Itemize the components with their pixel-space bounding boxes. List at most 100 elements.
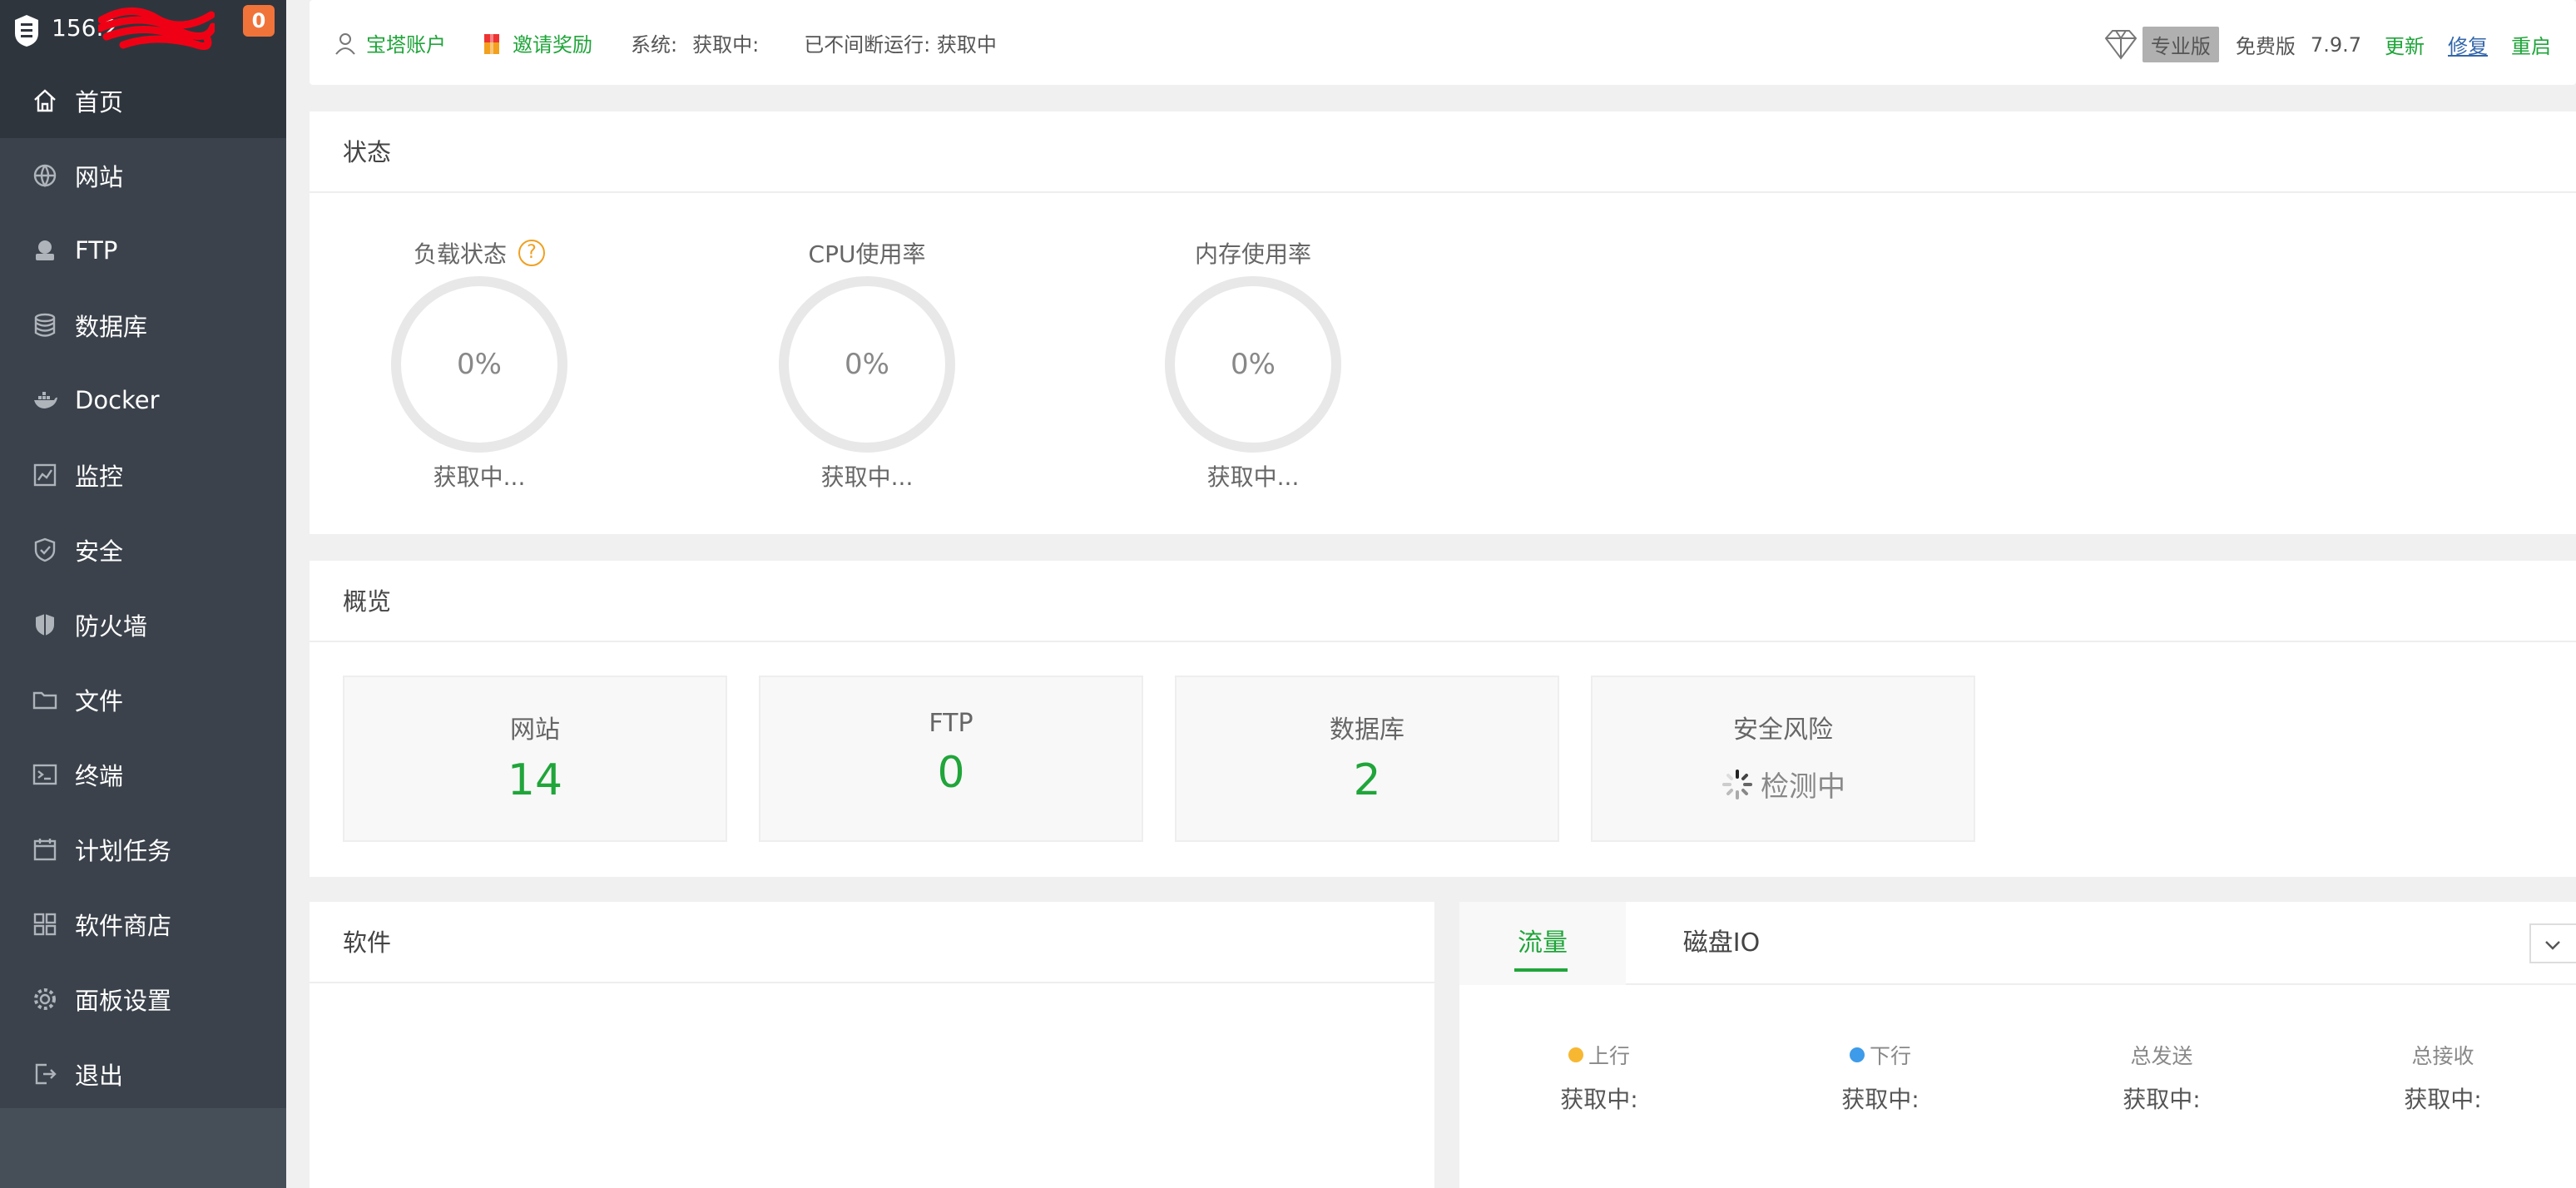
sidebar-item-database[interactable]: 数据库 [0,288,286,363]
stat-label-text: 上行 [1588,1044,1630,1068]
gift-icon [484,33,499,54]
folder-icon [32,691,57,710]
stat-label: 总接收 [2411,1044,2474,1068]
account-link[interactable]: 宝塔账户 [366,28,446,57]
gauge-status: 获取中... [433,463,526,491]
sidebar-item-docker[interactable]: Docker [0,363,286,438]
sidebar-item-label: 文件 [75,687,124,715]
free-edition-label: 免费版 [2235,35,2296,58]
sidebar-item-website[interactable]: 网站 [0,138,286,213]
header-left: 宝塔账户 邀请奖励 系统: 获取中: 已不间断运行: 获取中 [333,28,997,57]
card-label: 安全风险 [1733,715,1833,745]
status-panel: 状态 [310,111,2576,534]
gauge-title: CPU使用率 [775,236,959,270]
sidebar: 156.2 0 首页 网站 FTP 数据库 Docker 监控 安全 防火墙 文… [0,0,286,1188]
help-icon[interactable]: ? [518,240,545,266]
overview-card-security-risk[interactable]: 安全风险 检测中 [1591,676,1975,842]
sidebar-item-terminal[interactable]: 终端 [0,737,286,812]
sidebar-item-firewall[interactable]: 防火墙 [0,587,286,662]
stat-value: 获取中: [1560,1086,1638,1113]
memory-gauge[interactable]: 内存使用率 0% 获取中... [1162,236,1345,493]
upload-stat: 上行 获取中: [1516,1040,1682,1115]
sidebar-item-label: 安全 [75,537,124,566]
traffic-select-dropdown[interactable] [2529,923,2576,963]
gauge-title: 内存使用率 [1162,236,1345,270]
gauge-ring: 0% [1165,276,1341,453]
shield-check-icon [34,537,56,562]
sidebar-item-label: 面板设置 [75,987,172,1015]
sidebar-item-logout[interactable]: 退出 [0,1037,286,1111]
card-label: 数据库 [1330,715,1404,745]
total-received-stat: 总接收 获取中: [2360,1040,2526,1115]
stat-value: 获取中: [2123,1086,2201,1113]
database-icon [34,313,56,337]
card-value[interactable]: 2 [1177,755,1558,805]
sidebar-item-home[interactable]: 首页 [0,63,286,138]
gauge-title: 负载状态 ? [388,236,571,270]
gear-icon [34,988,56,1010]
gauge-title-text: 负载状态 [413,240,507,268]
redaction-scribble [98,7,215,50]
cpu-gauge[interactable]: CPU使用率 0% 获取中... [775,236,959,493]
system-value: 获取中: [692,33,760,57]
overview-card-ftp[interactable]: FTP 0 [759,676,1143,842]
sidebar-item-label: Docker [75,386,160,414]
server-header[interactable]: 156.2 0 [0,0,286,63]
stat-label-text: 下行 [1869,1044,1911,1068]
home-icon [34,89,56,112]
repair-link[interactable]: 修复 [2448,30,2488,59]
card-checking: 检测中 [1593,764,1974,804]
load-gauge[interactable]: 负载状态 ? 0% 获取中... [388,236,571,493]
card-value[interactable]: 14 [344,755,726,805]
overview-card-database[interactable]: 数据库 2 [1175,676,1559,842]
card-value[interactable]: 0 [760,748,1142,798]
software-panel: 软件 [310,902,1434,1188]
pro-edition-button[interactable]: 专业版 [2142,27,2219,62]
gauge-ring: 0% [779,276,955,453]
header-right: 专业版 免费版 7.9.7 更新 修复 重启 [2103,27,2551,62]
loading-spinner-icon [1722,769,1752,799]
gauge-ring: 0% [391,276,567,453]
sidebar-item-settings[interactable]: 面板设置 [0,962,286,1037]
tab-traffic[interactable]: 流量 [1459,902,1626,985]
globe-icon [33,164,57,188]
stat-value: 获取中: [2404,1086,2482,1113]
apps-grid-icon [33,913,57,936]
sidebar-item-cron[interactable]: 计划任务 [0,812,286,887]
status-panel-title: 状态 [310,111,2576,193]
stat-value: 获取中: [1841,1086,1920,1113]
gauge-status: 获取中... [1206,463,1300,491]
update-link[interactable]: 更新 [2385,30,2425,59]
notification-badge[interactable]: 0 [243,5,275,37]
restart-link[interactable]: 重启 [2511,30,2551,59]
overview-card-website[interactable]: 网站 14 [343,676,727,842]
sidebar-item-security[interactable]: 安全 [0,512,286,587]
ftp-icon [36,240,54,260]
card-label: 网站 [510,715,560,745]
terminal-icon [32,764,57,785]
sidebar-item-label: 计划任务 [75,837,172,865]
card-checking-text: 检测中 [1761,770,1845,804]
sidebar-item-label: 退出 [75,1062,124,1090]
docker-icon [34,392,57,408]
sidebar-item-label: 数据库 [75,313,148,341]
sidebar-item-ftp[interactable]: FTP [0,213,286,288]
gauge-status: 获取中... [820,463,914,491]
sidebar-item-files[interactable]: 文件 [0,662,286,737]
bt-logo-icon [15,15,38,47]
logout-icon [35,1063,57,1085]
calendar-icon [33,839,57,861]
sidebar-item-label: 网站 [75,163,124,191]
sidebar-item-monitor[interactable]: 监控 [0,438,286,512]
stat-label: 总发送 [2130,1044,2193,1068]
gauge-title-text: 内存使用率 [1194,240,1311,268]
sidebar-menu: 首页 网站 FTP 数据库 Docker 监控 安全 防火墙 文件 终端 计划任… [0,63,286,1111]
tab-disk-io[interactable]: 磁盘IO [1626,902,1817,985]
sidebar-footer [0,1108,286,1188]
chevron-down-icon [2545,941,2560,950]
system-label: 系统: [631,33,678,57]
invite-reward-link[interactable]: 邀请奖励 [513,28,592,57]
stat-label: 上行 [1516,1040,1682,1070]
sidebar-item-appstore[interactable]: 软件商店 [0,887,286,962]
version-label: 7.9.7 [2310,32,2361,57]
